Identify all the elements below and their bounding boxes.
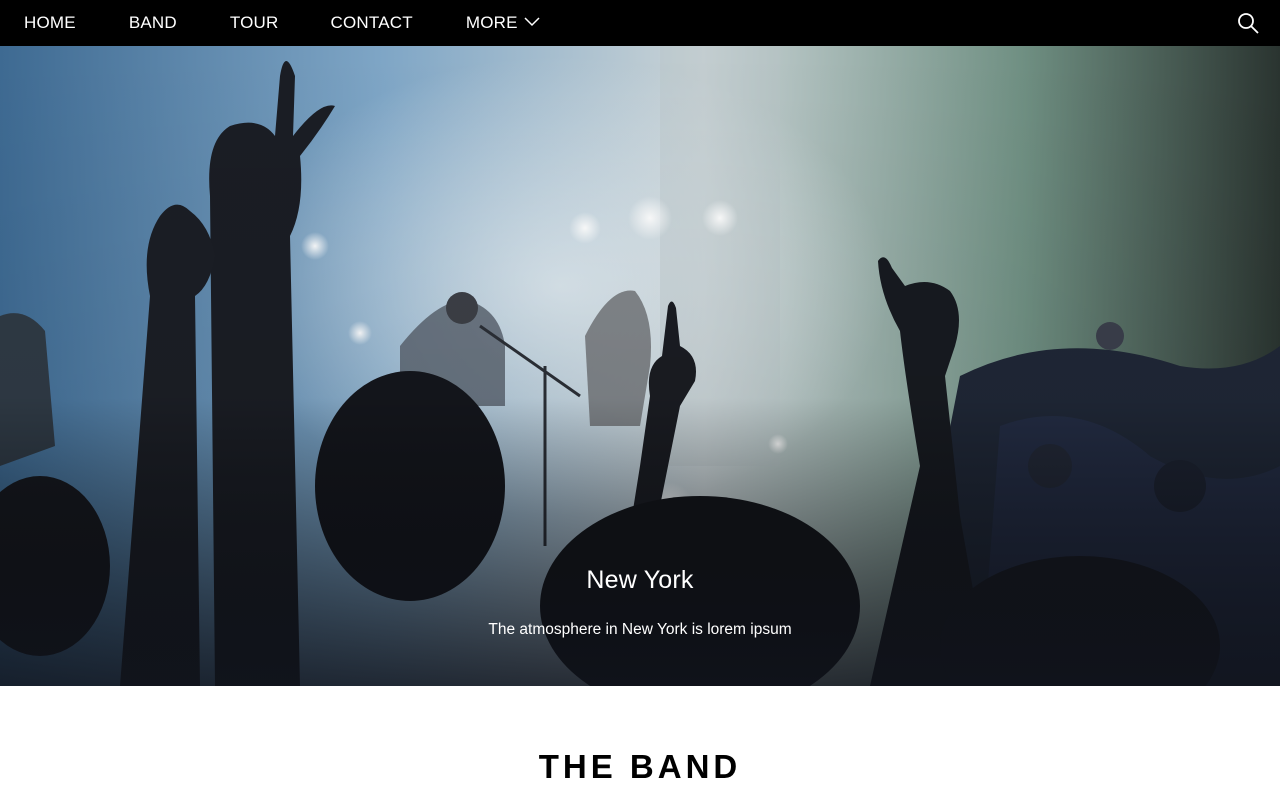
hero-slideshow: New York The atmosphere in New York is l… [0, 46, 1280, 686]
nav-item-label: CONTACT [330, 13, 413, 32]
nav-item-home[interactable]: HOME [0, 0, 103, 46]
nav-item-contact[interactable]: CONTACT [306, 0, 439, 46]
nav-item-band[interactable]: BAND [103, 0, 203, 46]
search-icon[interactable] [1236, 11, 1260, 35]
hero-caption-title: New York [586, 566, 694, 594]
nav-item-more-dropdown[interactable]: MORE [439, 0, 566, 46]
chevron-down-icon [524, 17, 540, 27]
nav-item-label: MORE [465, 13, 518, 32]
nav-item-tour[interactable]: TOUR [203, 0, 306, 46]
hero-caption-text: The atmosphere in New York is lorem ipsu… [488, 621, 792, 638]
nav-item-label: TOUR [229, 13, 279, 32]
nav-item-label: HOME [24, 13, 76, 32]
section-title: THE BAND [538, 748, 742, 785]
nav-item-label: BAND [128, 13, 177, 32]
top-navbar: HOME BAND TOUR CONTACT MORE [0, 0, 1280, 46]
